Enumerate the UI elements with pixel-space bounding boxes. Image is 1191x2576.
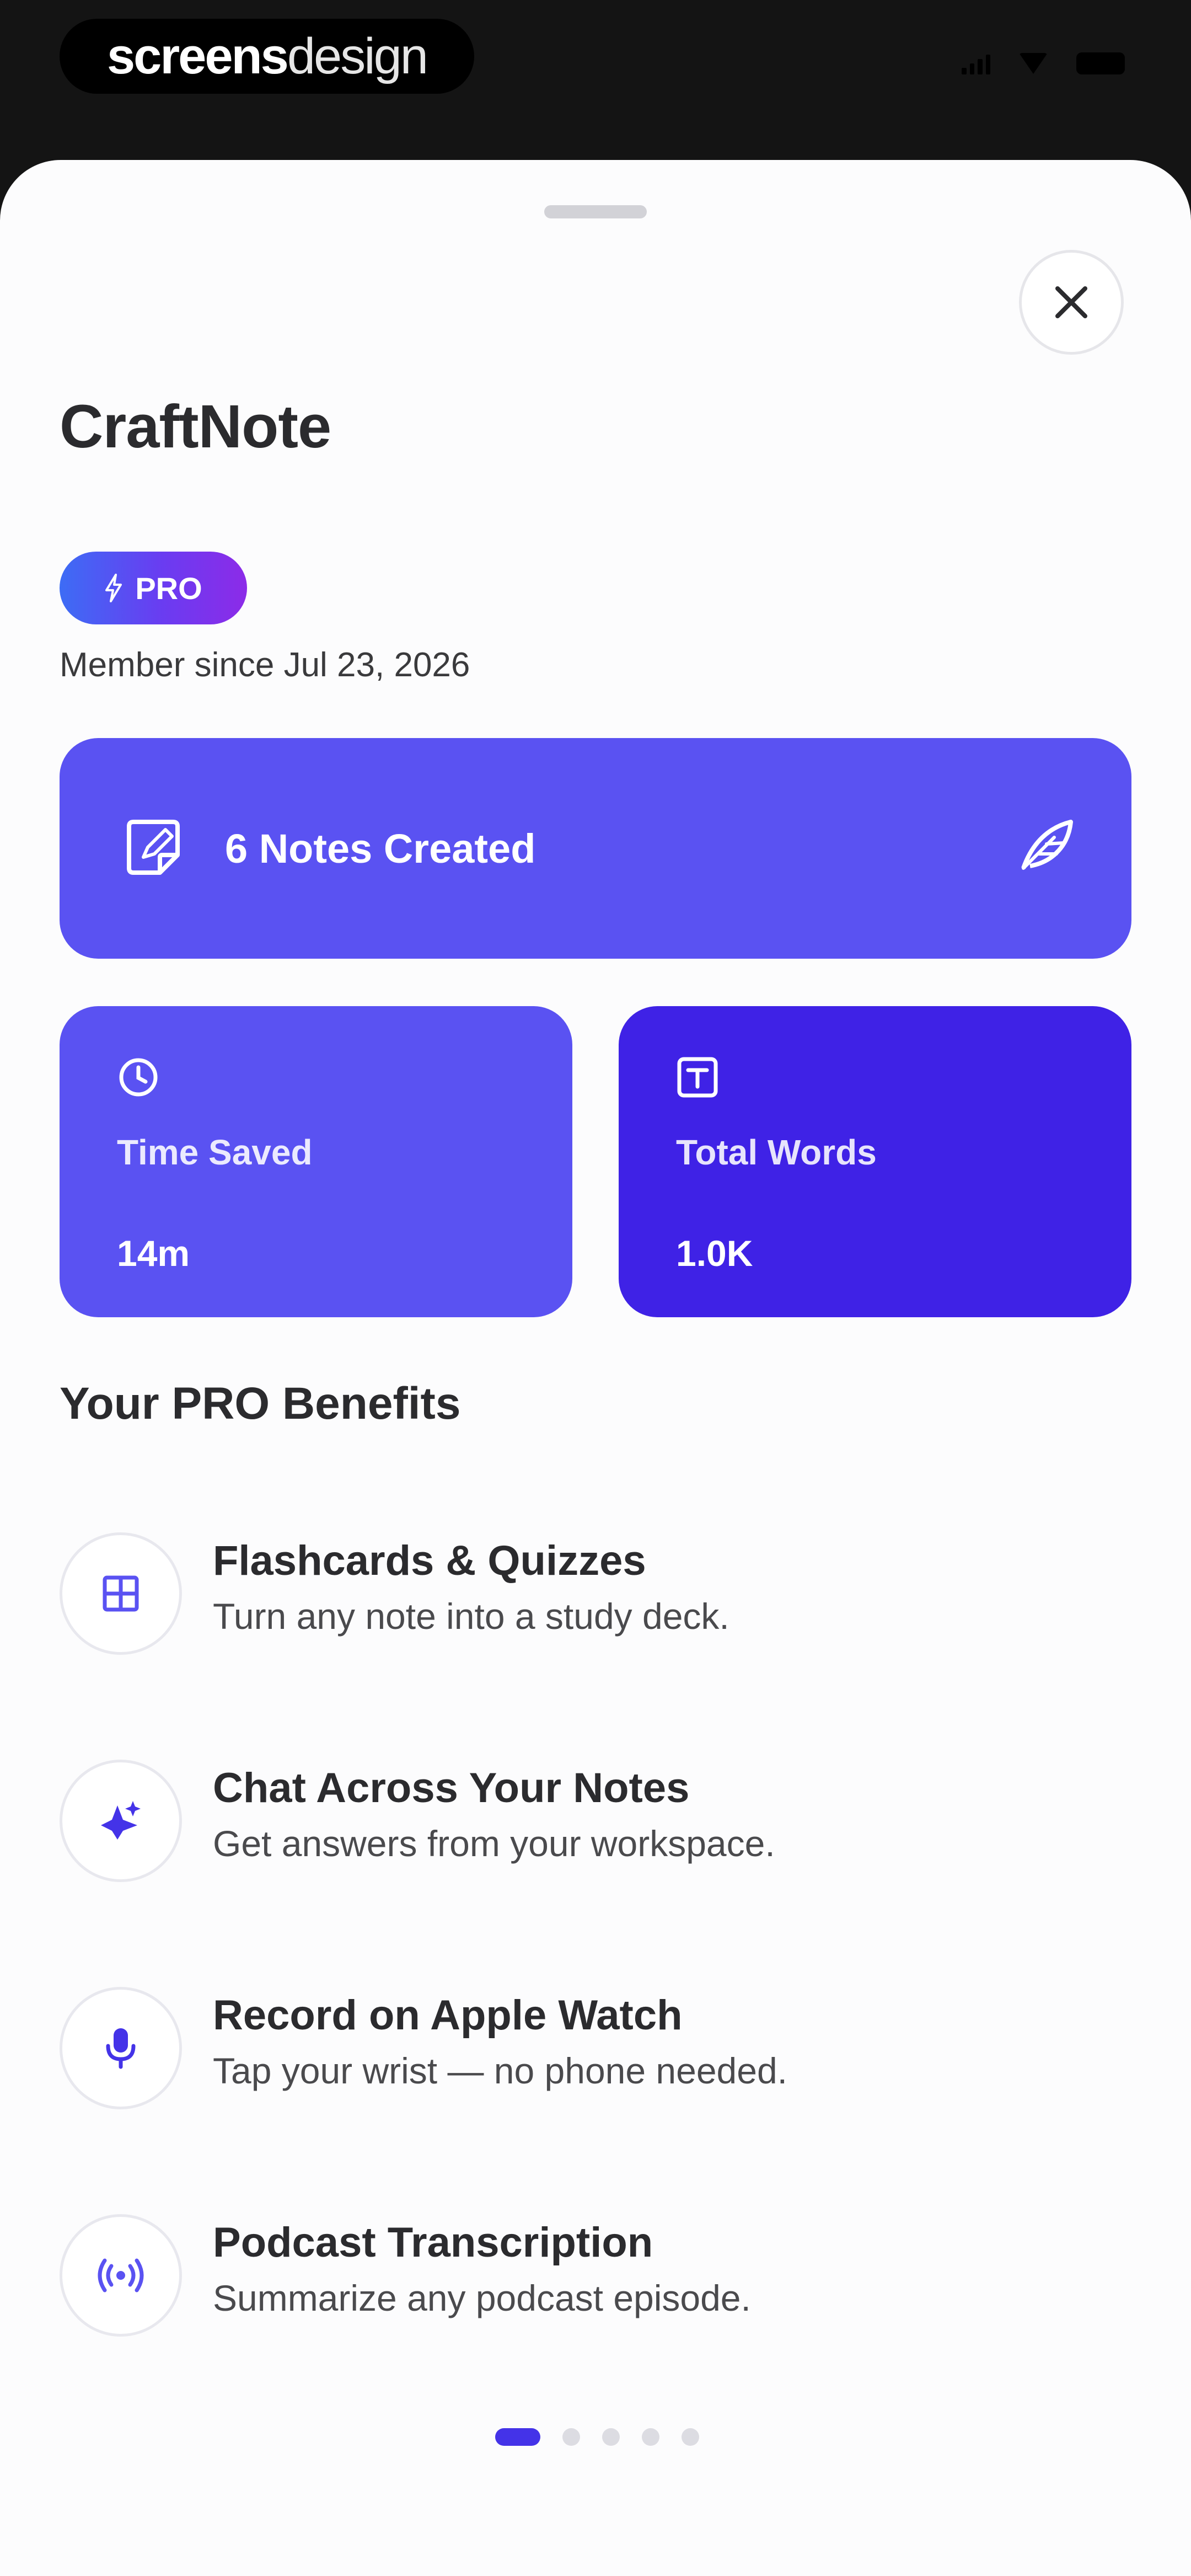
benefit-chat: Chat Across Your Notes Get answers from … — [60, 1760, 1131, 1886]
status-bar: screens design — [0, 0, 1191, 160]
member-since-text: Member since Jul 23, 2026 — [60, 646, 470, 684]
page-dot-active[interactable] — [495, 2428, 540, 2446]
benefit-icon-circle — [60, 2214, 182, 2337]
total-words-label: Total Words — [676, 1132, 877, 1172]
time-saved-label: Time Saved — [117, 1132, 313, 1172]
benefit-title: Podcast Transcription — [213, 2219, 653, 2266]
benefit-podcast: Podcast Transcription Summarize any podc… — [60, 2214, 1131, 2341]
total-words-value: 1.0K — [676, 1233, 753, 1274]
status-icons — [962, 52, 1125, 74]
screensdesign-logo: screens design — [60, 19, 474, 94]
notes-created-label: 6 Notes Created — [225, 825, 536, 872]
benefit-title: Record on Apple Watch — [213, 1992, 683, 2039]
wifi-icon — [1019, 53, 1048, 74]
sheet-grabber[interactable] — [544, 205, 647, 218]
battery-icon — [1076, 52, 1125, 74]
time-saved-value: 14m — [117, 1233, 190, 1274]
benefit-apple-watch: Record on Apple Watch Tap your wrist — n… — [60, 1987, 1131, 2114]
benefit-description: Summarize any podcast episode. — [213, 2278, 751, 2318]
pro-badge: PRO — [60, 552, 247, 624]
page-dot[interactable] — [602, 2428, 620, 2446]
benefit-description: Turn any note into a study deck. — [213, 1596, 729, 1637]
notes-created-card: 6 Notes Created — [60, 738, 1131, 959]
total-words-card: Total Words 1.0K — [619, 1006, 1131, 1317]
grid-icon — [103, 1575, 139, 1612]
benefits-section-title: Your PRO Benefits — [60, 1378, 461, 1429]
text-box-icon — [677, 1057, 718, 1098]
app-title: CraftNote — [60, 393, 331, 461]
page-dot[interactable] — [682, 2428, 699, 2446]
page-indicator[interactable] — [495, 2428, 699, 2446]
time-saved-card: Time Saved 14m — [60, 1006, 572, 1317]
sparkle-icon — [101, 1801, 141, 1840]
benefit-icon-circle — [60, 1760, 182, 1882]
benefit-title: Flashcards & Quizzes — [213, 1537, 646, 1584]
podcast-icon — [98, 2258, 144, 2292]
signal-icon — [962, 52, 990, 74]
bolt-icon — [105, 574, 122, 602]
benefit-description: Tap your wrist — no phone needed. — [213, 2050, 787, 2091]
close-icon — [1055, 286, 1087, 318]
benefit-flashcards: Flashcards & Quizzes Turn any note into … — [60, 1532, 1131, 1659]
page-dot[interactable] — [562, 2428, 580, 2446]
benefit-description: Get answers from your workspace. — [213, 1823, 775, 1864]
logo-text-light: design — [287, 28, 428, 84]
note-icon — [127, 820, 180, 875]
microphone-icon — [106, 2028, 136, 2069]
pro-profile-sheet: CraftNote PRO Member since Jul 23, 2026 … — [0, 160, 1191, 2576]
pro-badge-label: PRO — [135, 570, 202, 606]
benefit-icon-circle — [60, 1532, 182, 1655]
benefit-icon-circle — [60, 1987, 182, 2109]
page-dot[interactable] — [642, 2428, 659, 2446]
logo-text-bold: screens — [107, 28, 289, 84]
clock-icon — [119, 1058, 158, 1097]
close-button[interactable] — [1019, 250, 1124, 355]
benefit-title: Chat Across Your Notes — [213, 1765, 690, 1811]
feather-icon — [1021, 820, 1073, 870]
